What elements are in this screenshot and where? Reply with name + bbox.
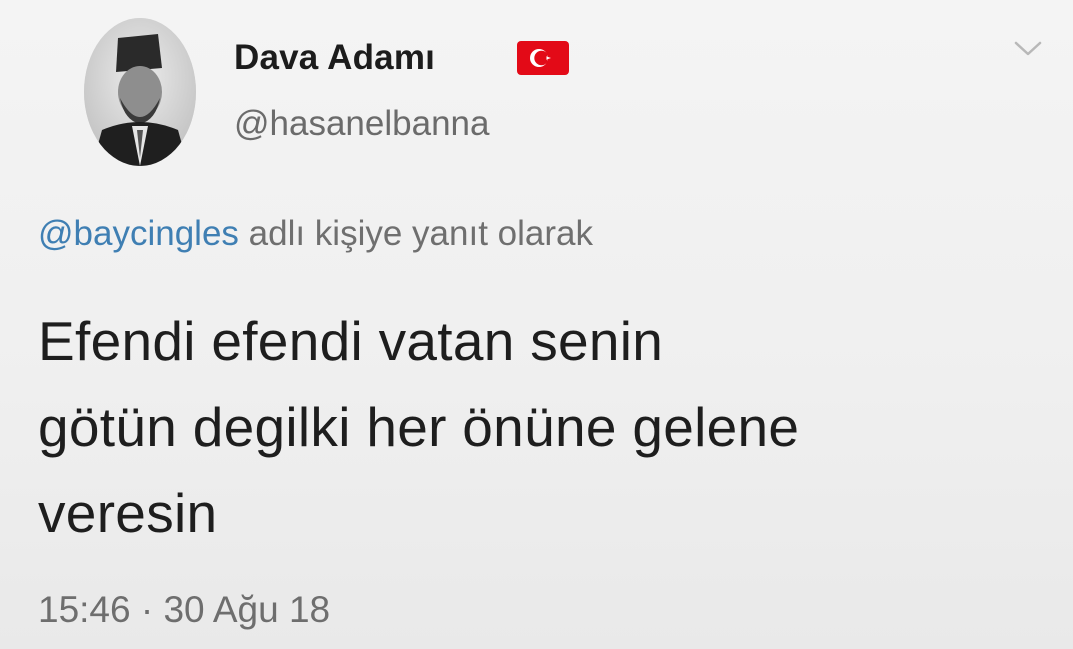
- reply-context: @baycingles adlı kişiye yanıt olarak: [38, 214, 593, 254]
- avatar-portrait: [84, 18, 196, 166]
- author-display-name[interactable]: Dava Adamı: [234, 38, 435, 78]
- reply-context-text: adlı kişiye yanıt olarak: [238, 214, 593, 253]
- turkey-flag-icon: [517, 41, 569, 75]
- tweet-card: Dava Adamı @hasanelbanna @baycingles adl…: [0, 0, 1073, 649]
- author-handle[interactable]: @hasanelbanna: [234, 104, 489, 144]
- avatar[interactable]: [84, 18, 196, 166]
- tweet-timestamp[interactable]: 15:46 · 30 Ağu 18: [38, 589, 330, 631]
- tweet-text: Efendi efendi vatan senin götün degilki …: [38, 298, 1038, 556]
- tweet-text-line: götün degilki her önüne gelene: [38, 396, 800, 458]
- tweet-text-line: Efendi efendi vatan senin: [38, 310, 664, 372]
- tweet-text-line: veresin: [38, 482, 218, 544]
- chevron-down-icon[interactable]: [1012, 38, 1044, 60]
- reply-mention-link[interactable]: @baycingles: [38, 214, 239, 253]
